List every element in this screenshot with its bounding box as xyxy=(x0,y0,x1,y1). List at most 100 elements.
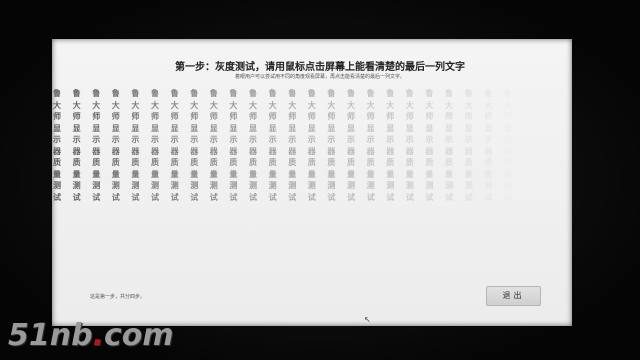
test-char: 测 xyxy=(151,181,159,190)
test-char: 器 xyxy=(151,146,159,156)
test-char: 器 xyxy=(503,146,512,156)
test-char: 鲁 xyxy=(170,89,179,98)
test-char: 试 xyxy=(111,192,120,202)
test-column-23[interactable]: 鲁大师显示器质量测试 xyxy=(481,88,495,203)
test-char: 显 xyxy=(386,123,395,133)
test-char: 质 xyxy=(229,158,238,167)
test-column-18[interactable]: 鲁大师显示器质量测试 xyxy=(383,88,397,203)
test-column-16[interactable]: 鲁大师显示器质量测试 xyxy=(344,88,358,203)
test-char: 师 xyxy=(464,112,473,121)
test-char: 师 xyxy=(327,112,336,121)
test-column-6[interactable]: 鲁大师显示器质量测试 xyxy=(148,88,162,203)
test-char: 大 xyxy=(405,100,414,110)
test-char: 测 xyxy=(484,181,493,190)
test-column-1[interactable]: 鲁大师显示器质量测试 xyxy=(50,88,64,203)
test-char: 量 xyxy=(249,169,257,179)
test-char: 器 xyxy=(484,146,493,156)
grayscale-test-grid: 鲁大师显示器质量测试鲁大师显示器质量测试鲁大师显示器质量测试鲁大师显示器质量测试… xyxy=(50,88,570,202)
test-char: 试 xyxy=(347,192,355,202)
test-column-7[interactable]: 鲁大师显示器质量测试 xyxy=(168,88,182,203)
test-char: 鲁 xyxy=(111,89,120,98)
test-column-17[interactable]: 鲁大师显示器质量测试 xyxy=(364,88,378,203)
test-char: 测 xyxy=(464,181,473,190)
test-char: 测 xyxy=(131,181,140,190)
test-char: 示 xyxy=(229,135,238,144)
test-char: 示 xyxy=(170,135,179,144)
test-char: 示 xyxy=(209,135,218,144)
test-column-12[interactable]: 鲁大师显示器质量测试 xyxy=(266,88,280,203)
test-char: 示 xyxy=(131,135,140,144)
test-column-10[interactable]: 鲁大师显示器质量测试 xyxy=(226,88,240,203)
test-char: 显 xyxy=(425,123,434,133)
test-char: 大 xyxy=(503,100,512,110)
test-char: 大 xyxy=(484,100,493,110)
test-char: 鲁 xyxy=(72,89,81,98)
test-char: 大 xyxy=(170,100,179,110)
test-char: 鲁 xyxy=(268,89,277,98)
step-status-text: 这是第一步，共分四步。 xyxy=(90,294,146,300)
test-char: 器 xyxy=(170,146,179,156)
test-char: 量 xyxy=(503,169,512,179)
test-column-22[interactable]: 鲁大师显示器质量测试 xyxy=(462,88,476,203)
test-column-2[interactable]: 鲁大师显示器质量测试 xyxy=(70,88,84,203)
test-char: 试 xyxy=(386,192,395,202)
test-char: 量 xyxy=(484,169,493,179)
test-char: 师 xyxy=(190,112,199,121)
test-char: 器 xyxy=(268,146,277,156)
test-char: 显 xyxy=(268,123,277,133)
test-column-13[interactable]: 鲁大师显示器质量测试 xyxy=(285,88,299,203)
test-column-20[interactable]: 鲁大师显示器质量测试 xyxy=(422,88,436,203)
test-char: 测 xyxy=(327,181,336,190)
test-char: 量 xyxy=(366,169,375,179)
page-subtitle: 着眼用户可以尝试用不同的角度观看屏幕，再点击能看清楚的最后一列文字。 xyxy=(234,74,405,80)
test-column-5[interactable]: 鲁大师显示器质量测试 xyxy=(128,88,142,203)
test-column-21[interactable]: 鲁大师显示器质量测试 xyxy=(442,88,456,203)
test-char: 大 xyxy=(72,100,81,110)
test-char: 大 xyxy=(268,100,277,110)
test-char: 测 xyxy=(347,181,355,190)
test-char: 示 xyxy=(288,135,297,144)
test-char: 示 xyxy=(307,135,316,144)
test-column-8[interactable]: 鲁大师显示器质量测试 xyxy=(187,88,201,203)
test-char: 量 xyxy=(209,169,218,179)
test-char: 示 xyxy=(53,135,61,144)
test-char: 鲁 xyxy=(92,89,101,98)
test-char: 示 xyxy=(425,135,434,144)
test-char: 质 xyxy=(111,158,120,167)
test-char: 试 xyxy=(170,192,179,202)
test-char: 质 xyxy=(53,158,61,167)
test-char: 显 xyxy=(327,123,336,133)
test-char: 量 xyxy=(464,169,473,179)
test-char: 量 xyxy=(151,169,159,179)
test-char: 质 xyxy=(209,158,218,167)
test-column-4[interactable]: 鲁大师显示器质量测试 xyxy=(109,88,123,203)
test-column-3[interactable]: 鲁大师显示器质量测试 xyxy=(89,88,103,203)
test-char: 示 xyxy=(386,135,395,144)
test-char: 质 xyxy=(503,158,512,167)
test-char: 显 xyxy=(249,123,257,133)
test-char: 师 xyxy=(111,112,120,121)
test-column-15[interactable]: 鲁大师显示器质量测试 xyxy=(324,88,338,203)
test-column-19[interactable]: 鲁大师显示器质量测试 xyxy=(403,88,417,203)
test-char: 试 xyxy=(327,192,336,202)
test-char: 试 xyxy=(366,192,375,202)
test-char: 质 xyxy=(307,158,316,167)
test-char: 显 xyxy=(347,123,355,133)
test-char: 试 xyxy=(53,192,61,202)
test-char: 试 xyxy=(151,192,159,202)
exit-button[interactable]: 退出 xyxy=(486,286,541,306)
test-char: 师 xyxy=(268,112,277,121)
test-char: 量 xyxy=(53,169,61,179)
test-char: 大 xyxy=(53,100,61,110)
test-char: 质 xyxy=(347,158,355,167)
test-column-11[interactable]: 鲁大师显示器质量测试 xyxy=(246,88,260,203)
test-char: 大 xyxy=(366,100,375,110)
test-char: 器 xyxy=(425,146,434,156)
test-char: 试 xyxy=(190,192,199,202)
test-char: 试 xyxy=(425,192,434,202)
test-column-14[interactable]: 鲁大师显示器质量测试 xyxy=(305,88,319,203)
test-char: 质 xyxy=(170,158,179,167)
test-column-24[interactable]: 鲁大师显示器质量测试 xyxy=(501,88,515,203)
test-column-9[interactable]: 鲁大师显示器质量测试 xyxy=(207,88,221,203)
test-char: 鲁 xyxy=(445,89,453,98)
